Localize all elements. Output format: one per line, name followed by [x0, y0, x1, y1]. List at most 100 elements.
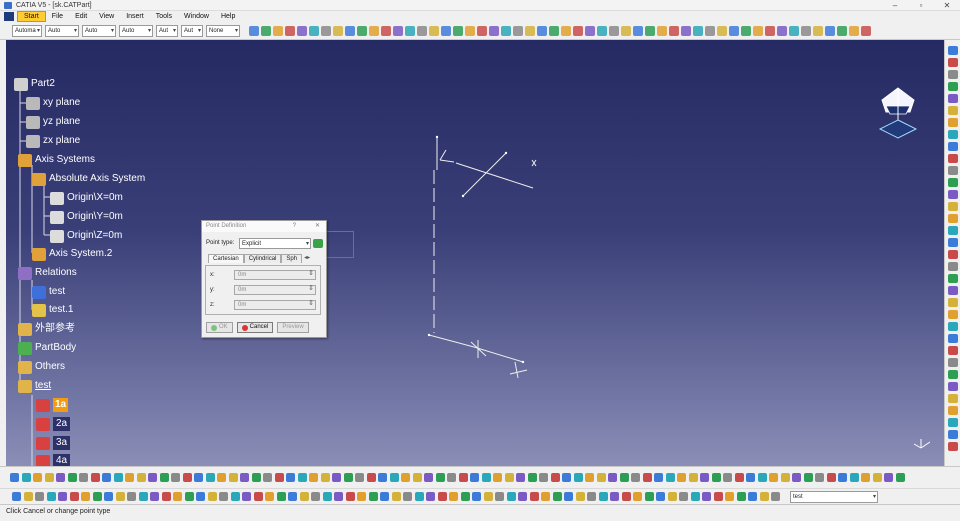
bottom-tool-icon[interactable] [644, 492, 654, 501]
bottom-tool-icon[interactable] [21, 473, 31, 482]
bottom-tool-icon[interactable] [46, 492, 56, 501]
toolbar-tool-icon[interactable] [765, 25, 775, 36]
menu-help[interactable]: Help [215, 11, 241, 22]
bottom-tool-icon[interactable] [355, 473, 364, 482]
tree-item[interactable]: Relations [18, 265, 77, 281]
bottom-tool-icon[interactable] [679, 492, 688, 501]
y-input[interactable]: 0m [234, 285, 316, 295]
toolbar-tool-icon[interactable] [453, 25, 463, 36]
toolbar-tool-icon[interactable] [825, 25, 835, 36]
bottom-tool-icon[interactable] [263, 473, 272, 482]
minimize-button[interactable]: – [882, 0, 908, 11]
bottom-tool-icon[interactable] [44, 473, 54, 482]
tree-item[interactable]: Absolute Axis System [32, 171, 145, 187]
graphic-properties-combo-4[interactable]: Auto [119, 24, 153, 37]
toolbar-tool-icon[interactable] [597, 25, 607, 36]
bottom-tool-icon[interactable] [380, 492, 389, 501]
toolbar-tool-icon[interactable] [681, 25, 691, 36]
tree-item[interactable]: 3a [36, 435, 71, 451]
bottom-tool-icon[interactable] [610, 492, 619, 501]
bottom-tool-icon[interactable] [322, 492, 332, 501]
tree-item[interactable]: Origin\Z=0m [50, 228, 122, 244]
cancel-button[interactable]: Cancel [236, 322, 274, 333]
bottom-tool-icon[interactable] [541, 492, 550, 501]
toolbar-tool-icon[interactable] [609, 25, 619, 36]
bottom-tool-icon[interactable] [366, 473, 376, 482]
bottom-tool-icon[interactable] [665, 473, 675, 482]
bottom-tool-icon[interactable] [12, 492, 21, 501]
point-type-select[interactable]: Explicit [239, 238, 311, 249]
toolbar-tool-icon[interactable] [357, 25, 367, 36]
bottom-tool-icon[interactable] [780, 473, 790, 482]
side-tool-icon[interactable] [948, 142, 958, 151]
bottom-tool-icon[interactable] [700, 473, 709, 482]
toolbar-tool-icon[interactable] [669, 25, 679, 36]
bottom-tool-icon[interactable] [725, 492, 734, 501]
bottom-tool-icon[interactable] [412, 473, 422, 482]
side-tool-icon[interactable] [948, 118, 958, 127]
bottom-tool-icon[interactable] [182, 473, 192, 482]
bottom-tool-icon[interactable] [161, 492, 171, 501]
toolbar-tool-icon[interactable] [573, 25, 583, 36]
toolbar-tool-icon[interactable] [309, 25, 319, 36]
z-input[interactable]: 0m [234, 300, 316, 310]
bottom-tool-icon[interactable] [92, 492, 102, 501]
bottom-tool-icon[interactable] [587, 492, 596, 501]
bottom-tool-icon[interactable] [608, 473, 617, 482]
bottom-tool-icon[interactable] [654, 473, 663, 482]
side-tool-icon[interactable] [948, 82, 958, 91]
bottom-tool-icon[interactable] [242, 492, 251, 501]
toolbar-tool-icon[interactable] [717, 25, 727, 36]
side-tool-icon[interactable] [948, 334, 958, 343]
toolbar-tool-icon[interactable] [489, 25, 499, 36]
bottom-tool-icon[interactable] [311, 492, 320, 501]
bottom-tool-icon[interactable] [345, 492, 355, 501]
bottom-tool-icon[interactable] [125, 473, 134, 482]
bottom-tool-icon[interactable] [472, 492, 481, 501]
bottom-tool-icon[interactable] [677, 473, 686, 482]
compass-icon[interactable] [876, 86, 920, 140]
bottom-tool-icon[interactable] [56, 473, 65, 482]
bottom-tool-icon[interactable] [504, 473, 514, 482]
bottom-tool-icon[interactable] [815, 473, 824, 482]
bottom-tool-icon[interactable] [771, 492, 780, 501]
help-button[interactable]: ? [293, 221, 296, 232]
tree-item[interactable]: 2a [36, 416, 71, 432]
side-tool-icon[interactable] [948, 178, 958, 187]
side-tool-icon[interactable] [948, 358, 958, 367]
toolbar-tool-icon[interactable] [777, 25, 787, 36]
bottom-tool-icon[interactable] [309, 473, 318, 482]
graphic-properties-combo-3[interactable]: Auto [82, 24, 116, 37]
bottom-tool-icon[interactable] [621, 492, 631, 501]
bottom-tool-icon[interactable] [690, 492, 700, 501]
bottom-tool-icon[interactable] [516, 473, 525, 482]
bottom-tool-icon[interactable] [67, 473, 77, 482]
bottom-tool-icon[interactable] [115, 492, 125, 501]
tab-spherical[interactable]: Sph [281, 254, 303, 263]
bottom-tool-icon[interactable] [368, 492, 378, 501]
bottom-tool-icon[interactable] [401, 473, 410, 482]
bottom-tool-icon[interactable] [838, 473, 847, 482]
tree-item[interactable]: 外部参考 [18, 321, 75, 337]
x-input[interactable]: 0m [234, 270, 316, 280]
bottom-tool-icon[interactable] [449, 492, 458, 501]
bottom-tool-icon[interactable] [713, 492, 723, 501]
bottom-tool-icon[interactable] [343, 473, 353, 482]
bottom-tool-icon[interactable] [228, 473, 238, 482]
toolbar-tool-icon[interactable] [369, 25, 379, 36]
bottom-tool-icon[interactable] [127, 492, 136, 501]
bottom-tool-icon[interactable] [506, 492, 516, 501]
toolbar-tool-icon[interactable] [477, 25, 487, 36]
bottom-tool-icon[interactable] [414, 492, 424, 501]
toolbar-tool-icon[interactable] [693, 25, 703, 36]
menu-view[interactable]: View [93, 11, 120, 22]
tab-cartesian[interactable]: Cartesian [208, 254, 244, 263]
bottom-tool-icon[interactable] [769, 473, 778, 482]
bottom-tool-icon[interactable] [884, 473, 893, 482]
toolbar-tool-icon[interactable] [501, 25, 511, 36]
bottom-tool-icon[interactable] [539, 473, 548, 482]
graphic-properties-combo-7[interactable]: None [206, 24, 240, 37]
bottom-tool-icon[interactable] [667, 492, 677, 501]
tab-cylindrical[interactable]: Cylindrical [243, 254, 282, 263]
bottom-tool-icon[interactable] [297, 473, 307, 482]
